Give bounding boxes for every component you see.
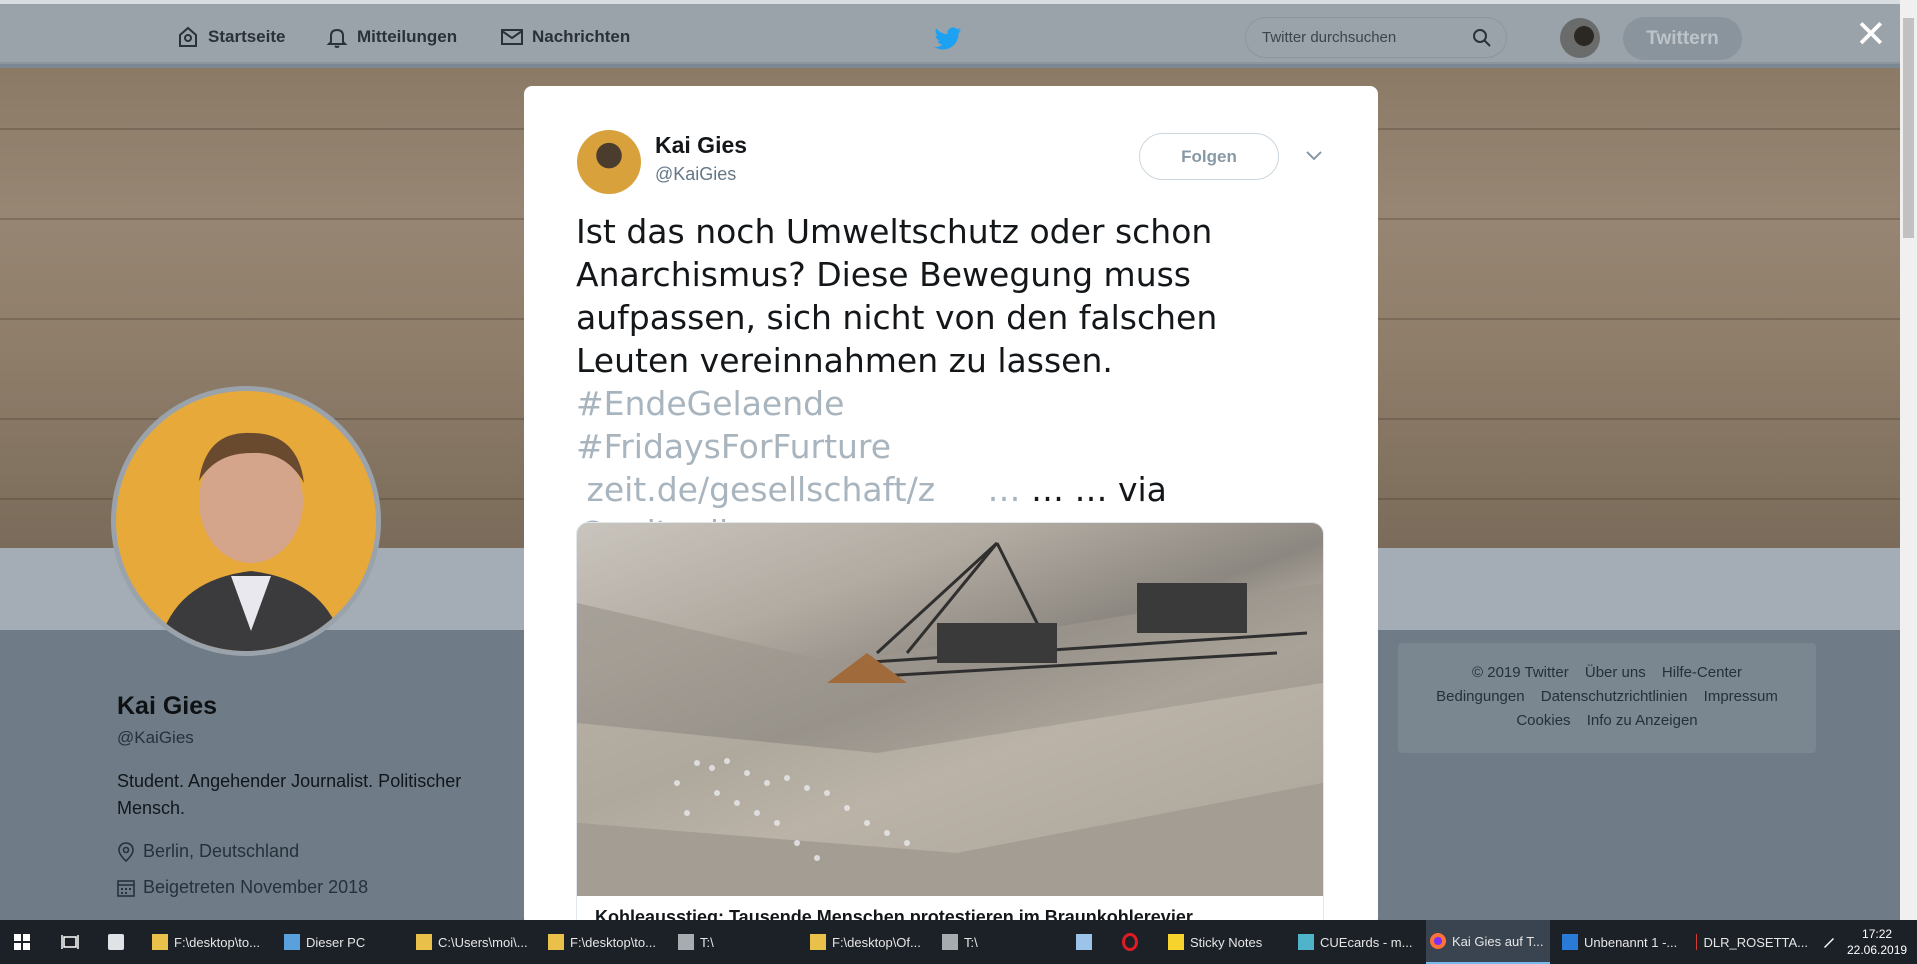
article-link[interactable]: zeit.de/gesellschaft/z [587, 470, 936, 509]
opera-icon[interactable] [1120, 920, 1146, 964]
nav-messages-label: Nachrichten [532, 27, 631, 46]
top-navigation-bar: Startseite Mitteilungen Nachrichten Twit… [0, 0, 1917, 64]
search-icon[interactable] [1472, 28, 1492, 53]
home-icon [179, 26, 197, 47]
taskbar-item[interactable]: T:\ [678, 920, 788, 964]
page: Kai Gies @KaiGies Student. Angehender Jo… [0, 0, 1917, 964]
folder-icon [548, 934, 564, 950]
profile-bio: Student. Angehender Journalist. Politisc… [117, 771, 462, 818]
footer-link-cookies[interactable]: Cookies [1516, 712, 1570, 729]
taskbar-item[interactable]: Sticky Notes [1168, 920, 1282, 964]
taskbar-item-label: Sticky Notes [1190, 934, 1263, 950]
taskbar-item[interactable]: F:\desktop\Of... [810, 920, 922, 964]
taskbar-item-label: F:\desktop\Of... [832, 934, 921, 950]
taskbar-item-active[interactable]: Kai Gies auf T... [1426, 920, 1550, 964]
pdf-icon [1696, 934, 1698, 950]
sticky-notes-icon [1168, 934, 1184, 950]
cuecards-icon [1298, 934, 1314, 950]
taskbar-item-label: F:\desktop\to... [570, 934, 656, 950]
account-avatar[interactable] [1560, 18, 1600, 58]
folder-icon [416, 934, 432, 950]
hashtag-link[interactable]: #FridaysForFurture [576, 427, 891, 466]
close-icon[interactable]: ✕ [1855, 16, 1887, 54]
nav-messages[interactable]: Nachrichten [500, 24, 630, 50]
clock-date: 22.06.2019 [1847, 943, 1908, 957]
taskbar-item[interactable]: DLR_ROSETTA... [1696, 920, 1808, 964]
nav-home-label: Startseite [208, 27, 286, 46]
taskbar-item[interactable]: CUEcards - m... [1298, 920, 1420, 964]
taskbar-item-label: T:\ [700, 934, 714, 950]
taskbar-item-label: Dieser PC [306, 934, 366, 950]
taskbar-item[interactable]: C:\Users\moi\... [416, 920, 528, 964]
nav-notifications-label: Mitteilungen [357, 27, 458, 46]
drive-icon [942, 934, 958, 950]
firefox-icon [1430, 933, 1446, 949]
footer-link-ads-info[interactable]: Info zu Anzeigen [1587, 712, 1698, 729]
location-text: Berlin, Deutschland [143, 841, 300, 861]
nav-home[interactable]: Startseite [176, 24, 285, 50]
tweet-button[interactable]: Twittern [1623, 17, 1742, 60]
taskbar-item[interactable]: T:\ [942, 920, 1052, 964]
scrollbar-thumb[interactable] [1903, 18, 1914, 238]
footer-link-imprint[interactable]: Impressum [1704, 688, 1778, 705]
envelope-icon [501, 29, 523, 45]
folder-icon [810, 934, 826, 950]
taskbar-item-label: F:\desktop\to... [174, 934, 260, 950]
tweet-text-main: Ist das noch Umweltschutz oder schon Ana… [576, 212, 1218, 380]
profile-name: Kai Gies [117, 692, 218, 720]
bell-icon [326, 28, 348, 48]
taskbar-item[interactable]: Unbenannt 1 -... [1562, 920, 1680, 964]
taskbar-item-label: Unbenannt 1 -... [1584, 934, 1678, 950]
computer-icon [284, 934, 300, 950]
windows-taskbar: F:\desktop\to... Dieser PC C:\Users\moi\… [0, 920, 1917, 964]
link-preview-card[interactable]: Kohleausstieg: Tausende Menschen protest… [576, 522, 1324, 926]
taskbar-item-label: T:\ [964, 934, 978, 950]
notepad-icon[interactable] [1074, 920, 1100, 964]
footer-links: © 2019 Twitter Über uns Hilfe-Center Bed… [1398, 643, 1816, 753]
profile-joined: Beigetreten November 2018 [117, 877, 368, 898]
follow-button[interactable]: Folgen [1139, 133, 1279, 180]
footer-copyright: © 2019 Twitter [1472, 664, 1569, 681]
folder-icon [152, 934, 168, 950]
footer-link-privacy[interactable]: Datenschutzrichtlinien [1541, 688, 1688, 705]
tweet-text: Ist das noch Umweltschutz oder schon Ana… [576, 210, 1336, 554]
tweet-modal: Kai Gies @KaiGies Folgen Ist das noch Um… [524, 86, 1378, 926]
search-input[interactable] [1260, 28, 1464, 47]
tweet-text-via: … … via [1020, 470, 1167, 509]
profile-location: Berlin, Deutschland [117, 841, 299, 862]
drive-icon [678, 934, 694, 950]
calendar-icon [117, 879, 135, 897]
windows-start-icon[interactable] [10, 920, 34, 964]
twitter-bird-icon[interactable] [934, 27, 962, 56]
chevron-down-icon[interactable] [1306, 148, 1322, 166]
app-icon[interactable] [106, 920, 132, 964]
footer-link-about[interactable]: Über uns [1585, 664, 1646, 681]
taskbar-item[interactable]: Dieser PC [284, 920, 396, 964]
tweet-author-name[interactable]: Kai Gies [655, 132, 747, 159]
clock-time: 17:22 [1862, 927, 1893, 941]
link-ellipsis: … [987, 470, 1021, 509]
taskbar-item-label: Kai Gies auf T... [1452, 933, 1544, 949]
taskbar-clock[interactable]: 17:22 22.06.2019 [1847, 926, 1907, 958]
tweet-author-handle[interactable]: @KaiGies [655, 164, 736, 185]
footer-link-terms[interactable]: Bedingungen [1436, 688, 1524, 705]
joined-text: Beigetreten November 2018 [143, 877, 369, 897]
nav-notifications[interactable]: Mitteilungen [325, 24, 457, 50]
task-view-icon[interactable] [58, 920, 82, 964]
taskbar-item-label: DLR_ROSETTA... [1703, 934, 1808, 950]
hashtag-link[interactable]: #EndeGelaende [576, 384, 844, 423]
pen-icon[interactable] [1822, 920, 1840, 964]
location-pin-icon [118, 841, 134, 862]
profile-avatar[interactable] [111, 386, 381, 656]
card-image [577, 523, 1323, 896]
profile-handle: @KaiGies [117, 728, 194, 747]
taskbar-item-label: CUEcards - m... [1320, 934, 1413, 950]
taskbar-item[interactable]: F:\desktop\to... [548, 920, 660, 964]
tweet-author-avatar[interactable] [577, 130, 641, 194]
writer-icon [1562, 934, 1578, 950]
footer-link-help[interactable]: Hilfe-Center [1662, 664, 1742, 681]
search-box[interactable] [1245, 17, 1507, 58]
taskbar-item-label: C:\Users\moi\... [438, 934, 528, 950]
taskbar-item[interactable]: F:\desktop\to... [152, 920, 264, 964]
